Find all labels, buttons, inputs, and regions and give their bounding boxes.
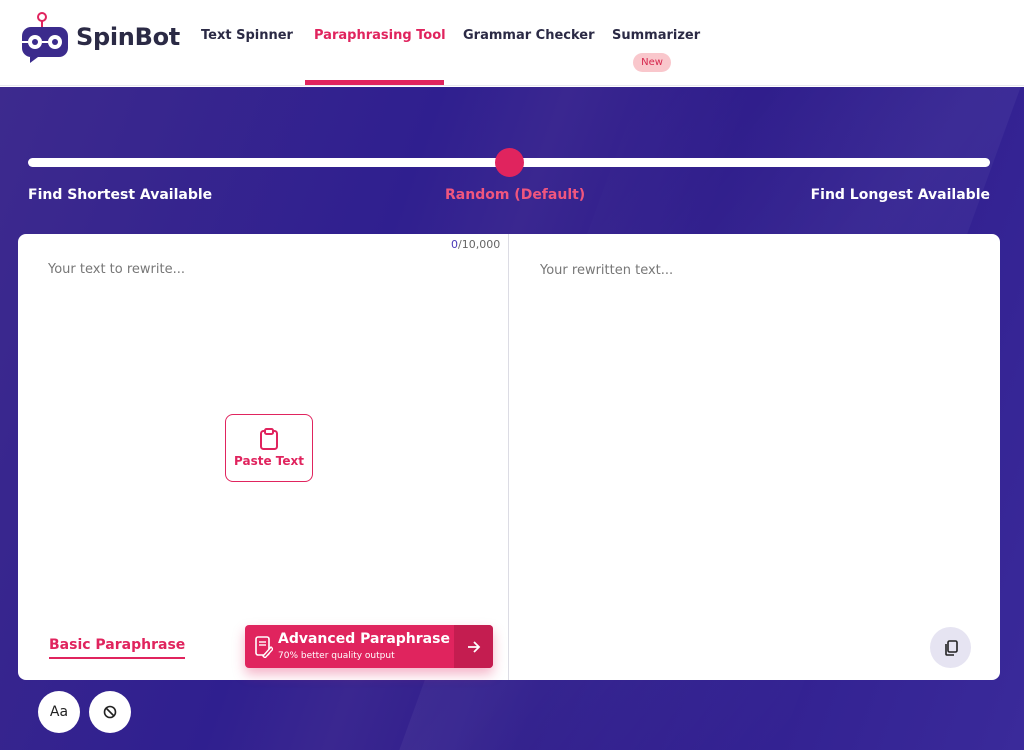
char-count-max: /10,000 [458,238,501,251]
editor-card: 0/10,000 Paste Text Basic Paraphrase Adv… [18,234,1000,680]
advanced-paraphrase-subtitle: 70% better quality output [278,651,395,661]
copy-icon [944,639,958,656]
top-header: SpinBot Text Spinner Paraphrasing Tool G… [0,0,1024,86]
app-name: SpinBot [76,23,180,51]
output-area: Your rewritten text... [540,263,674,278]
active-tab-indicator [305,80,444,85]
arrow-right-icon [454,625,493,668]
advanced-paraphrase-button[interactable]: Advanced Paraphrase 70% better quality o… [245,625,493,668]
hero-section: Find Shortest Available Random (Default)… [0,87,1024,750]
font-size-button[interactable]: Aa [38,691,80,733]
char-count-current: 0 [451,238,458,251]
nav-grammar-checker[interactable]: Grammar Checker [463,28,595,43]
basic-paraphrase-tab[interactable]: Basic Paraphrase [49,637,186,659]
length-slider-thumb[interactable] [495,148,524,177]
paste-text-button[interactable]: Paste Text [225,414,313,482]
pencil-doc-icon [255,636,273,658]
nav-paraphrasing-tool[interactable]: Paraphrasing Tool [314,28,446,43]
block-icon [103,705,117,719]
nav-text-spinner[interactable]: Text Spinner [201,28,293,43]
editor-divider [508,234,509,680]
copy-button[interactable] [930,627,971,668]
char-counter: 0/10,000 [451,238,500,251]
clipboard-icon [260,428,278,450]
paste-text-label: Paste Text [234,454,304,468]
block-button[interactable] [89,691,131,733]
slider-label-longest[interactable]: Find Longest Available [811,187,990,203]
slider-label-random[interactable]: Random (Default) [445,187,585,203]
new-badge: New [633,53,671,72]
advanced-paraphrase-title: Advanced Paraphrase [278,631,450,647]
logo[interactable]: SpinBot [20,10,180,64]
nav-summarizer[interactable]: Summarizer [612,28,700,43]
robot-logo-icon [22,12,68,63]
slider-label-shortest[interactable]: Find Shortest Available [28,187,212,203]
